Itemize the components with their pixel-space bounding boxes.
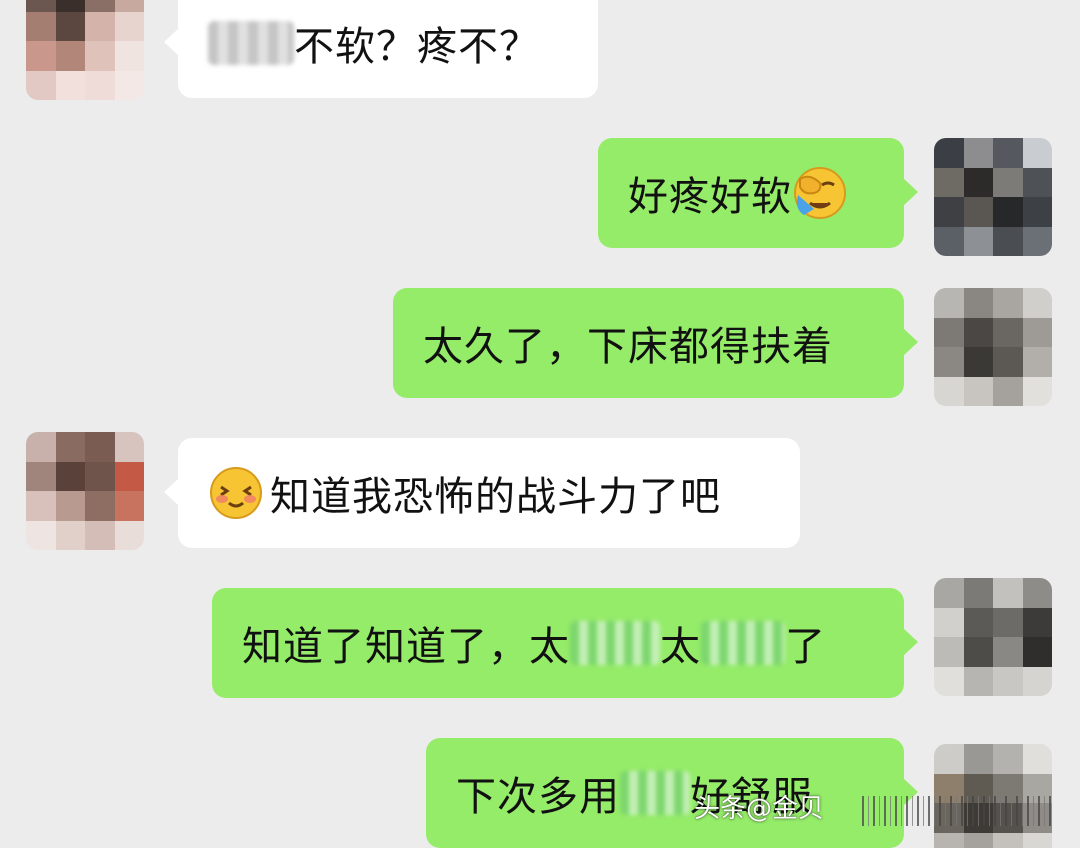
contact-avatar[interactable]	[26, 432, 144, 550]
message-bubble[interactable]: 知道了知道了，太 太 了	[212, 588, 918, 698]
watermark-text: 头条@金贝	[694, 794, 825, 824]
smiling-blushing-emoji	[210, 467, 262, 519]
redacted-text	[208, 21, 294, 65]
redacted-text	[701, 621, 785, 665]
contact-avatar[interactable]	[26, 0, 144, 100]
face-with-hand-crying-emoji	[794, 167, 846, 219]
message-text: 知道我恐怖的战斗力了吧	[270, 474, 721, 520]
my-avatar[interactable]	[934, 288, 1052, 406]
message-bubble[interactable]: 太久了，下床都得扶着	[393, 288, 918, 398]
message-text: 不软？疼不？	[294, 24, 540, 70]
message-text-part: 太	[660, 624, 701, 670]
my-avatar[interactable]	[934, 138, 1052, 256]
message-text: 太久了，下床都得扶着	[423, 324, 833, 370]
my-avatar[interactable]	[934, 578, 1052, 696]
watermark-pattern	[862, 796, 1054, 826]
message-bubble[interactable]: 知道我恐怖的战斗力了吧	[164, 438, 800, 548]
redacted-text	[620, 771, 690, 815]
message-text-part: 知道了知道了，太	[242, 624, 570, 670]
chat-window: 不软？疼不？ 好疼好软 太久了，下床都得扶着 知道我恐怖的战斗力了吧 知道了知道…	[0, 0, 1080, 848]
message-text-part: 下次多用	[456, 774, 620, 820]
message-text: 好疼好软	[628, 174, 792, 220]
message-bubble[interactable]: 下次多用 好舒服	[426, 738, 918, 848]
message-text-part: 了	[785, 624, 826, 670]
message-bubble[interactable]: 不软？疼不？	[164, 0, 598, 98]
message-bubble[interactable]: 好疼好软	[598, 138, 918, 248]
redacted-text	[570, 621, 660, 665]
